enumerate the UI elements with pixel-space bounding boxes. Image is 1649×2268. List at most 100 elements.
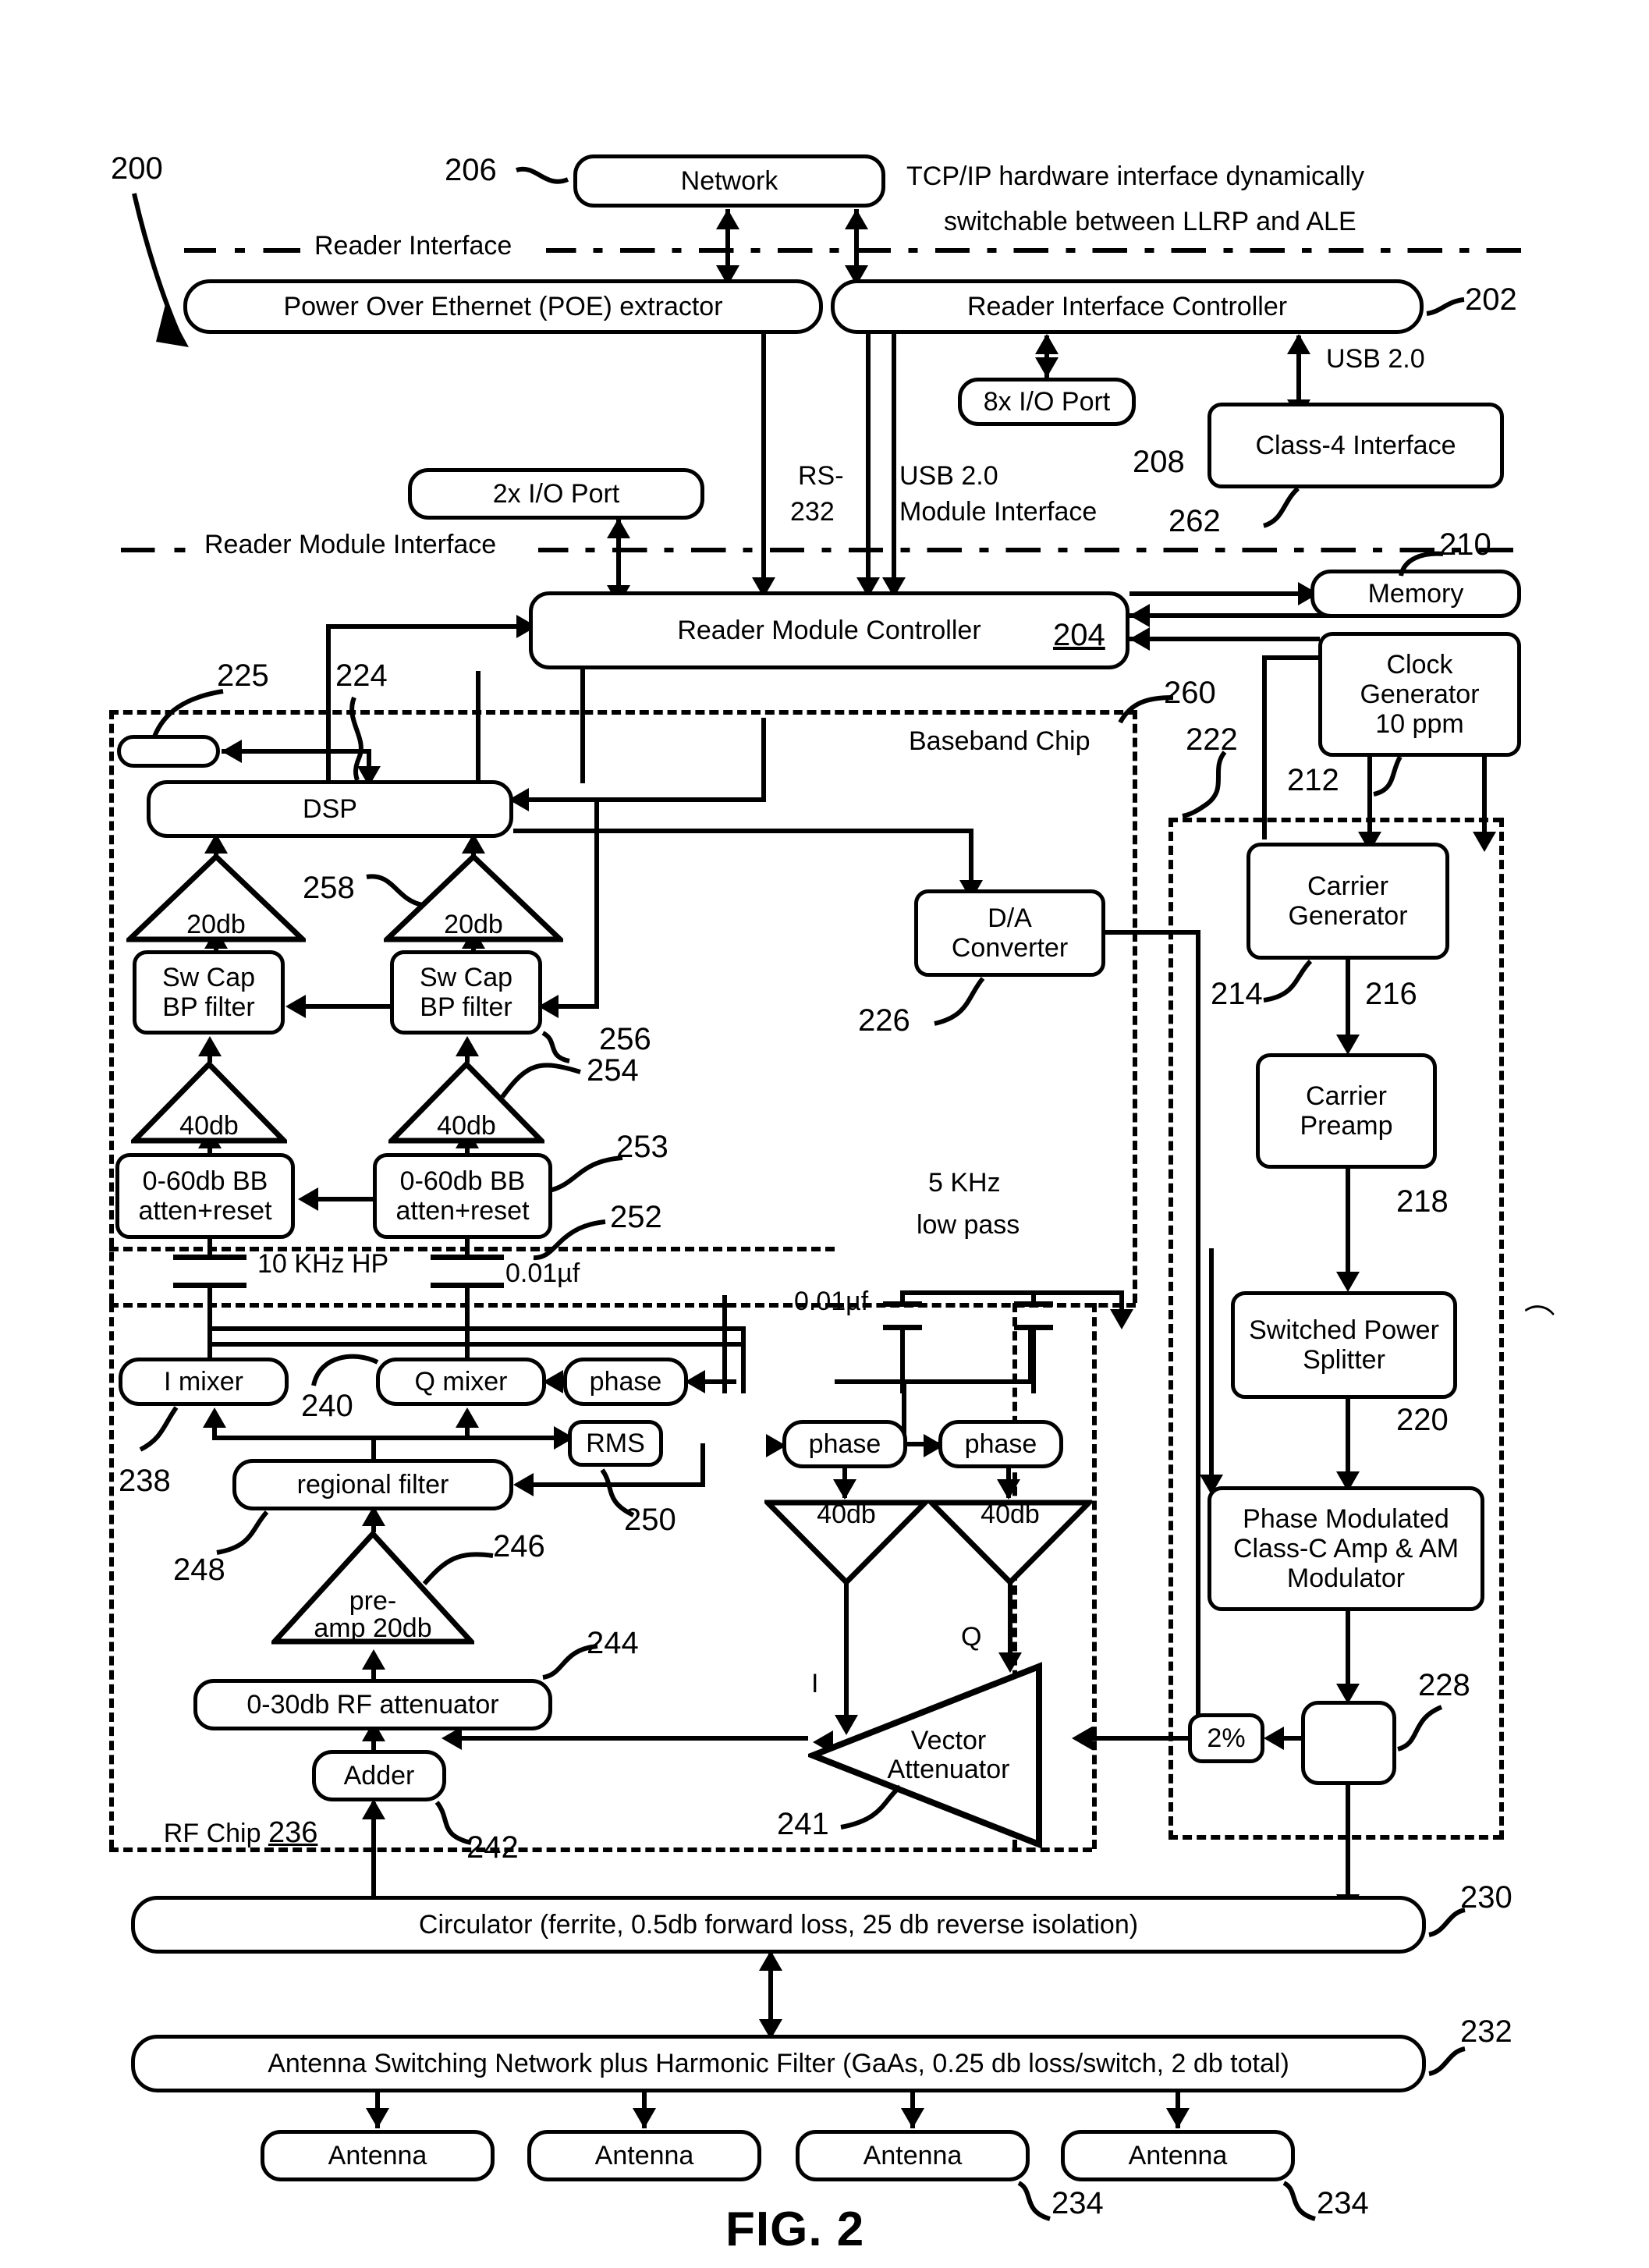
arrowhead-left-225 — [222, 740, 242, 763]
leader-200 — [132, 193, 189, 347]
phase-mid-left-label: phase — [808, 1429, 881, 1459]
antenna-block-4[interactable]: Antenna — [1061, 2130, 1295, 2181]
leader-253 — [548, 1155, 623, 1193]
link-regfilter-mixers-h — [212, 1436, 565, 1440]
io2-port-block[interactable]: 2x I/O Port — [408, 468, 704, 520]
arrowhead-left-rmc-clock — [1129, 627, 1150, 651]
usb-module-label-line2: Module Interface — [899, 497, 1098, 527]
swcap-filter-left[interactable]: Sw Cap BP filter — [133, 950, 285, 1035]
switched-power-splitter-block[interactable]: Switched Power Splitter — [1231, 1291, 1457, 1399]
circulator-block[interactable]: Circulator (ferrite, 0.5db forward loss,… — [131, 1896, 1426, 1954]
ref-200: 200 — [111, 151, 163, 186]
capacitor-left — [173, 1255, 246, 1290]
bb-atten-right[interactable]: 0-60db BB atten+reset — [373, 1153, 552, 1239]
antenna-block-1[interactable]: Antenna — [261, 2130, 495, 2181]
regional-filter-block[interactable]: regional filter — [232, 1459, 513, 1510]
da-converter-block[interactable]: D/A Converter — [914, 889, 1105, 977]
phase-top-label: phase — [589, 1366, 662, 1397]
class4-interface-block[interactable]: Class-4 Interface — [1207, 403, 1504, 488]
baseband-chip-right-border — [1133, 710, 1137, 1303]
carrier-preamp-block[interactable]: Carrier Preamp — [1256, 1053, 1437, 1169]
reader-module-interface-divider-right — [538, 548, 1529, 552]
ref-232: 232 — [1460, 2014, 1512, 2049]
amp-20db-left: 20db — [126, 852, 306, 944]
rf-chip-ref: 236 — [268, 1816, 318, 1850]
ref-210: 210 — [1439, 527, 1491, 562]
i-mixer-block[interactable]: I mixer — [119, 1358, 289, 1406]
poe-extractor-block[interactable]: Power Over Ethernet (POE) extractor — [183, 279, 823, 334]
arrowhead-up-preamp — [362, 1649, 385, 1670]
link-preamp-splitter — [1346, 1169, 1350, 1286]
swcap-filter-right[interactable]: Sw Cap BP filter — [390, 950, 542, 1035]
figure-caption: FIG. 2 — [725, 2202, 865, 2256]
antenna-label-4: Antenna — [1128, 2140, 1228, 2170]
network-block[interactable]: Network — [573, 154, 885, 208]
arrowhead-up-io2 — [607, 518, 630, 538]
ref-214: 214 — [1211, 977, 1263, 1011]
dsp-block[interactable]: DSP — [147, 780, 513, 838]
arrowhead-down-amp40midr — [997, 1479, 1020, 1500]
amp-40db-mid-right-label: 40db — [981, 1500, 1040, 1529]
reader-module-interface-label: Reader Module Interface — [204, 530, 497, 559]
ref-228: 228 — [1418, 1668, 1470, 1702]
io8-port-label: 8x I/O Port — [983, 386, 1111, 417]
bus-usb-module — [892, 334, 896, 584]
arrowhead-up-qmixer — [456, 1407, 479, 1428]
usb-module-label-line1: USB 2.0 — [899, 461, 998, 491]
amp-40db-left: 40db — [131, 1059, 287, 1145]
reader-interface-controller-label: Reader Interface Controller — [966, 291, 1288, 321]
two-percent-block[interactable]: 2% — [1188, 1713, 1264, 1763]
link-dsp-rmc-left-h — [326, 624, 530, 629]
ref-258: 258 — [303, 871, 355, 905]
arrowhead-up-amp40r — [456, 1036, 479, 1056]
carrier-generator-block[interactable]: Carrier Generator — [1247, 843, 1449, 960]
link-dsp-right-in-v — [761, 718, 766, 802]
phase-mid-left-block[interactable]: phase — [782, 1420, 907, 1468]
link-bbl-cap — [207, 1239, 212, 1256]
antenna-switch-block[interactable]: Antenna Switching Network plus Harmonic … — [131, 2035, 1426, 2092]
leader-258 — [366, 874, 424, 907]
arrowhead-left-2pct — [1264, 1727, 1284, 1750]
ref-252: 252 — [610, 1200, 662, 1234]
coupler-block[interactable] — [1301, 1701, 1396, 1785]
switched-power-splitter-label: Switched Power Splitter — [1249, 1315, 1439, 1375]
rms-block[interactable]: RMS — [568, 1420, 663, 1467]
reader-interface-controller-block[interactable]: Reader Interface Controller — [831, 279, 1424, 334]
swcap-filter-left-label: Sw Cap BP filter — [161, 962, 256, 1022]
rs232-label-line2: 232 — [790, 497, 835, 527]
class-c-amp-block[interactable]: Phase Modulated Class-C Amp & AM Modulat… — [1207, 1486, 1484, 1611]
leader-262 — [1262, 486, 1300, 528]
two-percent-label: 2% — [1207, 1723, 1246, 1753]
adder-block[interactable]: Adder — [312, 1750, 446, 1801]
link-rmc-dsp — [580, 669, 585, 783]
io8-port-block[interactable]: 8x I/O Port — [958, 378, 1136, 426]
bb-atten-right-label: 0-60db BB atten+reset — [395, 1166, 530, 1226]
ref-202: 202 — [1465, 282, 1517, 317]
arrowhead-up-adder-bottom — [362, 1799, 385, 1819]
q-mixer-block[interactable]: Q mixer — [376, 1358, 546, 1406]
memory-label: Memory — [1367, 578, 1464, 609]
baseband-chip-label: Baseband Chip — [909, 726, 1090, 756]
arrowhead-left-bb — [298, 1187, 318, 1211]
arrowhead-left-swcap — [285, 995, 306, 1018]
arrowhead-down-carrier-b — [1473, 832, 1496, 852]
q-branch-label: Q — [961, 1622, 982, 1652]
clock-generator-block[interactable]: Clock Generator 10 ppm — [1318, 632, 1521, 757]
bb-atten-left[interactable]: 0-60db BB atten+reset — [115, 1153, 295, 1239]
phase-top-block[interactable]: phase — [563, 1358, 688, 1406]
rf-attenuator-block[interactable]: 0-30db RF attenuator — [193, 1679, 552, 1730]
phase-mid-right-block[interactable]: phase — [938, 1420, 1063, 1468]
rf-chip-label: RF Chip 236 — [134, 1788, 318, 1879]
link-da-out-h — [1105, 930, 1200, 935]
reader-module-controller-block[interactable]: Reader Module Controller — [529, 591, 1129, 669]
link-coupler-circulator — [1346, 1785, 1350, 1910]
antenna-block-3[interactable]: Antenna — [796, 2130, 1030, 2181]
ref-253: 253 — [616, 1130, 668, 1164]
antenna-block-2[interactable]: Antenna — [527, 2130, 761, 2181]
link-rmc-clock — [1129, 637, 1320, 641]
ref-256: 256 — [599, 1022, 651, 1056]
leader-226 — [934, 977, 985, 1026]
i-mixer-label: I mixer — [164, 1366, 243, 1397]
ref-226: 226 — [858, 1003, 910, 1038]
link-rmc-clock2 — [1129, 613, 1332, 618]
